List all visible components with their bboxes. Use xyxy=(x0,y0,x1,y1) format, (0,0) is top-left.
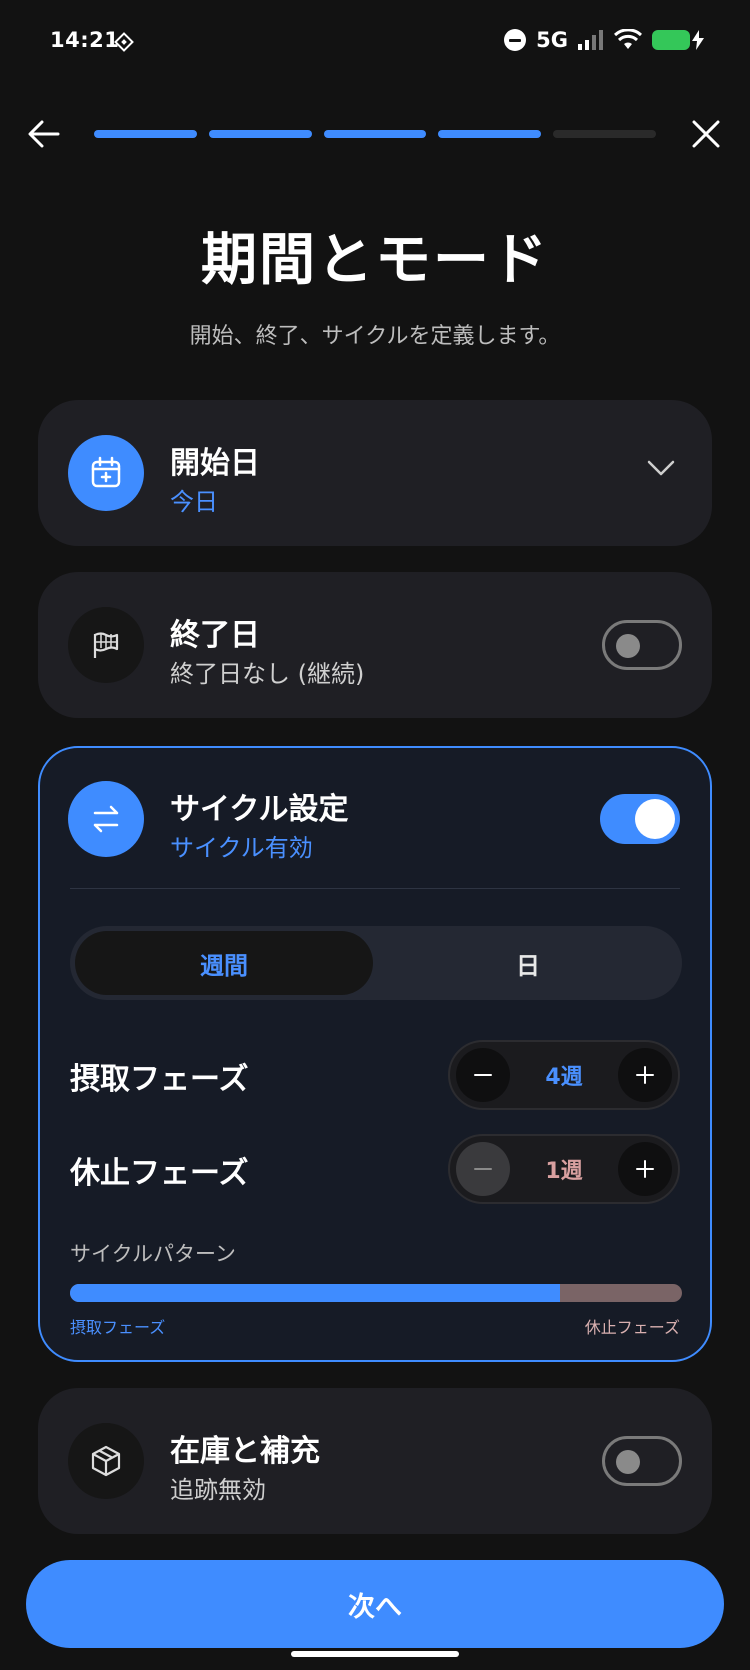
inventory-card[interactable]: 在庫と補充 追跡無効 xyxy=(38,1388,712,1534)
nfc-diamond-icon xyxy=(114,32,134,52)
end-date-card[interactable]: 終了日 終了日なし (継続) xyxy=(38,572,712,718)
intake-phase-value: 4週 xyxy=(545,1065,583,1090)
pause-increment-button[interactable] xyxy=(618,1142,672,1196)
toggle-knob xyxy=(616,1450,640,1474)
intake-phase-label: 摂取フェーズ xyxy=(70,1062,249,1097)
intake-increment-button[interactable] xyxy=(618,1048,672,1102)
charging-bolt-icon xyxy=(692,30,704,50)
end-date-value: 終了日なし (継続) xyxy=(170,660,365,688)
end-date-title: 終了日 xyxy=(170,618,260,653)
next-button[interactable]: 次へ xyxy=(26,1560,724,1648)
cycle-status: サイクル有効 xyxy=(170,834,313,862)
flag-icon xyxy=(68,607,144,683)
progress-segment xyxy=(553,130,656,138)
chevron-down-icon[interactable] xyxy=(646,458,676,478)
page-subtitle: 開始、終了、サイクルを定義します。 xyxy=(189,324,561,349)
start-date-card[interactable]: 開始日 今日 xyxy=(38,400,712,546)
home-indicator xyxy=(291,1651,459,1657)
box-icon xyxy=(68,1423,144,1499)
minus-icon xyxy=(474,1168,492,1170)
unit-option-weeks[interactable]: 週間 xyxy=(75,931,373,995)
back-arrow-icon[interactable] xyxy=(26,116,62,152)
pause-decrement-button[interactable] xyxy=(456,1142,510,1196)
start-date-title: 開始日 xyxy=(170,446,260,481)
toggle-knob xyxy=(616,634,640,658)
cycle-pattern-intake-fill xyxy=(70,1284,560,1302)
unit-option-days[interactable]: 日 xyxy=(379,931,677,995)
progress-segment xyxy=(94,130,197,138)
pause-phase-stepper: 1週 xyxy=(448,1134,680,1204)
pattern-pause-label: 休止フェーズ xyxy=(584,1318,680,1337)
divider xyxy=(70,888,680,889)
network-type: 5G xyxy=(536,28,568,52)
progress-segment xyxy=(438,130,542,138)
signal-icon xyxy=(578,30,603,50)
cycle-settings-card: サイクル設定 サイクル有効 週間 日 摂取フェーズ 4週 休止フェーズ 1週 サ… xyxy=(38,746,712,1362)
cycle-unit-segmented-control: 週間 日 xyxy=(70,926,682,1000)
plus-icon xyxy=(636,1160,654,1178)
cycle-title: サイクル設定 xyxy=(170,792,349,827)
status-indicators: 5G xyxy=(504,28,704,52)
cycle-pattern-bar xyxy=(70,1284,682,1302)
cycle-pattern-label: サイクルパターン xyxy=(70,1242,236,1266)
start-date-value: 今日 xyxy=(170,488,218,516)
page-title: 期間とモード xyxy=(201,228,549,293)
intake-decrement-button[interactable] xyxy=(456,1048,510,1102)
status-time: 14:21 xyxy=(50,28,120,52)
close-icon[interactable] xyxy=(688,116,724,152)
wifi-icon xyxy=(614,29,642,49)
swap-arrows-icon xyxy=(68,781,144,857)
do-not-disturb-icon xyxy=(504,29,527,51)
pause-phase-label: 休止フェーズ xyxy=(70,1156,249,1191)
calendar-icon xyxy=(68,435,144,511)
minus-icon xyxy=(474,1074,492,1076)
cycle-toggle[interactable] xyxy=(600,794,680,844)
step-progress xyxy=(94,130,656,138)
pattern-intake-label: 摂取フェーズ xyxy=(70,1318,166,1337)
inventory-value: 追跡無効 xyxy=(170,1476,266,1504)
progress-segment xyxy=(323,130,427,138)
battery-icon xyxy=(652,30,690,50)
pause-phase-value: 1週 xyxy=(545,1159,583,1184)
inventory-title: 在庫と補充 xyxy=(170,1434,320,1469)
inventory-toggle[interactable] xyxy=(602,1436,682,1486)
progress-segment xyxy=(208,130,312,138)
toggle-knob xyxy=(635,799,675,839)
plus-icon xyxy=(636,1066,654,1084)
status-bar: 14:21 5G xyxy=(0,0,750,90)
end-date-toggle[interactable] xyxy=(602,620,682,670)
intake-phase-stepper: 4週 xyxy=(448,1040,680,1110)
